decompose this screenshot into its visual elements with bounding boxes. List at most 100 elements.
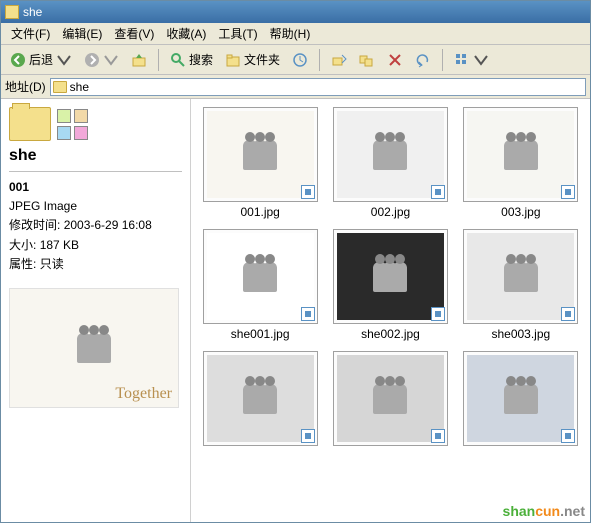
people-sketch [79, 333, 109, 363]
thumbnail-image [467, 233, 574, 320]
thumbnail[interactable] [333, 107, 448, 202]
address-label: 地址(D) [5, 78, 46, 95]
forward-button[interactable] [79, 49, 124, 71]
size-row: 大小: 187 KB [9, 236, 182, 255]
thumbnail[interactable] [203, 229, 318, 324]
address-input[interactable]: she [50, 78, 586, 96]
banner-squares [57, 109, 88, 140]
side-panel: she 001 JPEG Image 修改时间: 2003-6-29 16:08… [1, 99, 191, 522]
menu-file[interactable]: 文件(F) [5, 23, 56, 44]
views-button[interactable] [449, 49, 494, 71]
up-folder-icon [131, 52, 147, 68]
search-label: 搜索 [189, 51, 213, 68]
address-bar: 地址(D) she [1, 75, 590, 99]
toolbar: 后退 搜索 文件夹 [1, 45, 590, 75]
file-item[interactable]: she003.jpg [460, 229, 582, 341]
back-arrow-icon [10, 52, 26, 68]
size-value: 187 KB [40, 238, 79, 252]
copy-to-icon [359, 52, 375, 68]
thumbnail-image [337, 355, 444, 442]
file-item[interactable]: 002.jpg [329, 107, 451, 219]
chevron-down-icon [103, 52, 119, 68]
menu-tools[interactable]: 工具(T) [212, 23, 263, 44]
watermark: shancun.net [503, 503, 585, 519]
filetype-badge-icon [431, 307, 445, 321]
undo-button[interactable] [410, 49, 436, 71]
file-item[interactable]: 001.jpg [199, 107, 321, 219]
thumbnail-image [467, 355, 574, 442]
menubar: 文件(F) 编辑(E) 查看(V) 收藏(A) 工具(T) 帮助(H) [1, 23, 590, 45]
thumbnail-image [337, 233, 444, 320]
delete-icon [387, 52, 403, 68]
menu-edit[interactable]: 编辑(E) [56, 23, 108, 44]
attrib-label: 属性: [9, 257, 36, 271]
watermark-part3: .net [560, 503, 585, 519]
separator [319, 49, 320, 71]
thumbnail[interactable] [203, 351, 318, 446]
folders-label: 文件夹 [244, 51, 280, 68]
separator [442, 49, 443, 71]
window-title: she [23, 5, 586, 19]
file-item[interactable]: she001.jpg [199, 229, 321, 341]
folders-button[interactable]: 文件夹 [220, 48, 285, 71]
file-view[interactable]: 001.jpg 002.jpg 003.jpg she001.jpg she002.jp… [191, 99, 590, 522]
menu-help[interactable]: 帮助(H) [264, 23, 317, 44]
titlebar[interactable]: she [1, 1, 590, 23]
thumbnail-grid: 001.jpg 002.jpg 003.jpg she001.jpg she002.jp… [199, 107, 582, 449]
file-name: she002.jpg [361, 327, 420, 341]
views-icon [454, 52, 470, 68]
history-button[interactable] [287, 49, 313, 71]
up-button[interactable] [126, 49, 152, 71]
thumbnail-image [467, 111, 574, 198]
modified-label: 修改时间: [9, 218, 60, 232]
file-item[interactable] [460, 351, 582, 449]
file-name: 003.jpg [501, 205, 540, 219]
search-button[interactable]: 搜索 [165, 48, 218, 71]
preview-overlay-text: Together [115, 385, 172, 403]
history-icon [292, 52, 308, 68]
modified-row: 修改时间: 2003-6-29 16:08 [9, 216, 182, 235]
separator [158, 49, 159, 71]
folder-banner [9, 107, 182, 141]
filetype-badge-icon [431, 185, 445, 199]
move-to-icon [331, 52, 347, 68]
thumbnail-image [207, 111, 314, 198]
attrib-row: 属性: 只读 [9, 255, 182, 274]
copy-to-button[interactable] [354, 49, 380, 71]
file-item[interactable] [329, 351, 451, 449]
forward-arrow-icon [84, 52, 100, 68]
thumbnail-image [207, 355, 314, 442]
thumbnail[interactable] [333, 351, 448, 446]
file-name: she003.jpg [491, 327, 550, 341]
back-button[interactable]: 后退 [5, 48, 77, 71]
filetype-badge-icon [561, 185, 575, 199]
move-to-button[interactable] [326, 49, 352, 71]
file-item[interactable]: 003.jpg [460, 107, 582, 219]
thumbnail[interactable] [203, 107, 318, 202]
size-label: 大小: [9, 238, 36, 252]
attrib-value: 只读 [40, 257, 64, 271]
search-icon [170, 52, 186, 68]
filetype-badge-icon [301, 185, 315, 199]
thumbnail[interactable] [463, 229, 578, 324]
file-name: 001.jpg [240, 205, 279, 219]
folder-name: she [9, 147, 182, 165]
watermark-part2: cun [535, 503, 560, 519]
filetype-badge-icon [301, 429, 315, 443]
selected-file-name: 001 [9, 178, 182, 197]
folder-icon [53, 81, 67, 93]
menu-favorites[interactable]: 收藏(A) [160, 23, 212, 44]
filetype-badge-icon [431, 429, 445, 443]
file-item[interactable]: she002.jpg [329, 229, 451, 341]
file-item[interactable] [199, 351, 321, 449]
delete-button[interactable] [382, 49, 408, 71]
thumbnail[interactable] [463, 351, 578, 446]
thumbnail[interactable] [333, 229, 448, 324]
thumbnail-image [337, 111, 444, 198]
modified-value: 2003-6-29 16:08 [64, 218, 152, 232]
undo-icon [415, 52, 431, 68]
menu-view[interactable]: 查看(V) [108, 23, 160, 44]
divider [9, 171, 182, 172]
back-label: 后退 [29, 51, 53, 68]
thumbnail[interactable] [463, 107, 578, 202]
